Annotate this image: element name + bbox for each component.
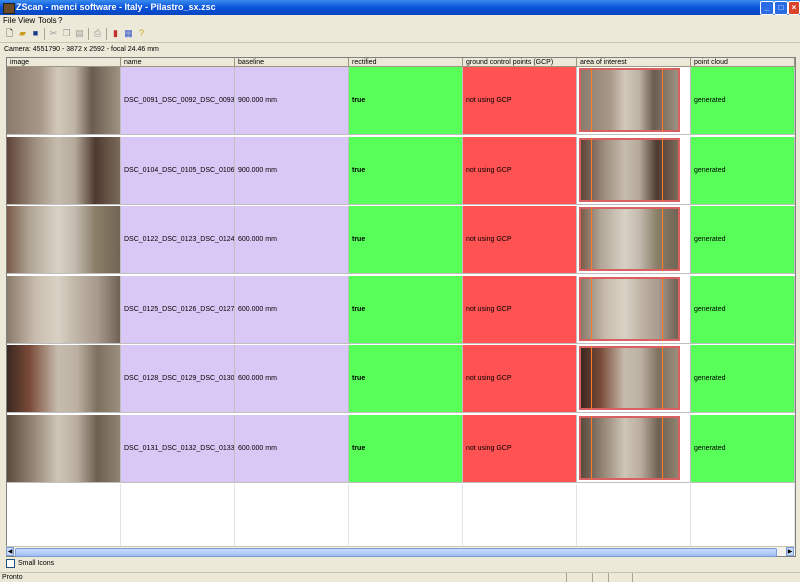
menu-file[interactable]: File: [3, 16, 16, 25]
paste-icon[interactable]: ▤: [74, 28, 85, 39]
save-icon[interactable]: ■: [30, 28, 41, 39]
scroll-left-icon[interactable]: ◀: [6, 547, 14, 556]
cell-baseline[interactable]: 600.000 mm: [235, 414, 349, 483]
title-bar[interactable]: ZScan - menci software - Italy - Pilastr…: [0, 0, 800, 15]
image-thumbnail[interactable]: [7, 414, 121, 483]
cell-point-cloud[interactable]: generated: [691, 206, 795, 274]
area-of-interest-thumbnail[interactable]: [577, 136, 691, 205]
cell-point-cloud[interactable]: generated: [691, 275, 795, 344]
cell-rectified[interactable]: true: [349, 67, 463, 135]
cell-rectified[interactable]: true: [349, 345, 463, 413]
image-thumbnail[interactable]: [7, 136, 121, 205]
column-header-rectified[interactable]: rectified: [349, 58, 463, 67]
cell-name[interactable]: DSC_0131_DSC_0132_DSC_0133: [121, 414, 235, 483]
open-folder-icon[interactable]: ▰: [17, 28, 28, 39]
cell-name[interactable]: DSC_0122_DSC_0123_DSC_0124: [121, 206, 235, 274]
window-title: ZScan - menci software - Italy - Pilastr…: [16, 2, 216, 12]
image-thumbnail[interactable]: [7, 67, 121, 135]
image-thumbnail[interactable]: [7, 345, 121, 413]
copy-icon[interactable]: ❐: [61, 28, 72, 39]
column-header-image[interactable]: image: [7, 58, 121, 67]
menu-bar: File View Tools ?: [0, 15, 800, 26]
cell-baseline[interactable]: 900.000 mm: [235, 67, 349, 135]
menu-tools[interactable]: Tools: [38, 16, 57, 25]
cell-gcp[interactable]: not using GCP: [463, 67, 577, 135]
small-icons-option[interactable]: Small Icons: [6, 559, 54, 568]
empty-area: [577, 484, 691, 548]
empty-area: [7, 484, 121, 548]
cell-gcp[interactable]: not using GCP: [463, 275, 577, 344]
process-icon[interactable]: ▦: [123, 28, 134, 39]
minimize-button[interactable]: _: [760, 1, 774, 15]
scroll-right-icon[interactable]: ▶: [786, 547, 794, 556]
maximize-button[interactable]: □: [774, 1, 788, 15]
chart-icon[interactable]: ▮: [110, 28, 121, 39]
image-thumbnail[interactable]: [7, 206, 121, 274]
cell-name[interactable]: DSC_0128_DSC_0129_DSC_0130: [121, 345, 235, 413]
cell-gcp[interactable]: not using GCP: [463, 414, 577, 483]
app-icon: [3, 3, 15, 14]
cell-rectified[interactable]: true: [349, 136, 463, 205]
cell-rectified[interactable]: true: [349, 206, 463, 274]
column-header-name[interactable]: name: [121, 58, 235, 67]
area-of-interest-thumbnail[interactable]: [577, 275, 691, 344]
cell-point-cloud[interactable]: generated: [691, 345, 795, 413]
empty-area: [121, 484, 235, 548]
cell-baseline[interactable]: 600.000 mm: [235, 275, 349, 344]
horizontal-scrollbar[interactable]: ◀ ▶: [6, 546, 794, 557]
column-header-area-of-interest[interactable]: area of interest: [577, 58, 691, 67]
toolbar: 🗋 ▰ ■ ✂ ❐ ▤ ⎙ ▮ ▦ ?: [0, 26, 800, 43]
area-of-interest-thumbnail[interactable]: [577, 414, 691, 483]
cell-name[interactable]: DSC_0104_DSC_0105_DSC_0106: [121, 136, 235, 205]
camera-info: Camera: 4551790 - 3872 x 2592 - focal 24…: [4, 46, 159, 53]
cell-baseline[interactable]: 600.000 mm: [235, 345, 349, 413]
image-thumbnail[interactable]: [7, 275, 121, 344]
area-of-interest-thumbnail[interactable]: [577, 206, 691, 274]
column-header-gcp[interactable]: ground control points (GCP): [463, 58, 577, 67]
cell-point-cloud[interactable]: generated: [691, 67, 795, 135]
stereo-pairs-table[interactable]: image name baseline rectified ground con…: [6, 57, 796, 557]
empty-area: [235, 484, 349, 548]
cell-rectified[interactable]: true: [349, 275, 463, 344]
empty-area: [691, 484, 795, 548]
close-button[interactable]: ×: [788, 1, 800, 15]
area-of-interest-thumbnail[interactable]: [577, 67, 691, 135]
help-icon[interactable]: ?: [136, 28, 147, 39]
small-icons-label: Small Icons: [18, 560, 55, 567]
new-file-icon[interactable]: 🗋: [4, 28, 15, 39]
menu-help[interactable]: ?: [58, 16, 62, 25]
print-icon[interactable]: ⎙: [92, 28, 103, 39]
column-header-baseline[interactable]: baseline: [235, 58, 349, 67]
empty-area: [463, 484, 577, 548]
cell-rectified[interactable]: true: [349, 414, 463, 483]
cell-name[interactable]: DSC_0125_DSC_0126_DSC_0127: [121, 275, 235, 344]
cut-icon[interactable]: ✂: [48, 28, 59, 39]
column-header-point-cloud[interactable]: point cloud: [691, 58, 795, 67]
cell-gcp[interactable]: not using GCP: [463, 345, 577, 413]
cell-name[interactable]: DSC_0091_DSC_0092_DSC_0093: [121, 67, 235, 135]
cell-baseline[interactable]: 600.000 mm: [235, 206, 349, 274]
cell-gcp[interactable]: not using GCP: [463, 136, 577, 205]
area-of-interest-thumbnail[interactable]: [577, 345, 691, 413]
cell-baseline[interactable]: 900.000 mm: [235, 136, 349, 205]
empty-area: [349, 484, 463, 548]
scrollbar-thumb[interactable]: [15, 548, 777, 557]
menu-view[interactable]: View: [18, 16, 35, 25]
cell-gcp[interactable]: not using GCP: [463, 206, 577, 274]
cell-point-cloud[interactable]: generated: [691, 414, 795, 483]
cell-point-cloud[interactable]: generated: [691, 136, 795, 205]
small-icons-checkbox[interactable]: [6, 559, 15, 568]
